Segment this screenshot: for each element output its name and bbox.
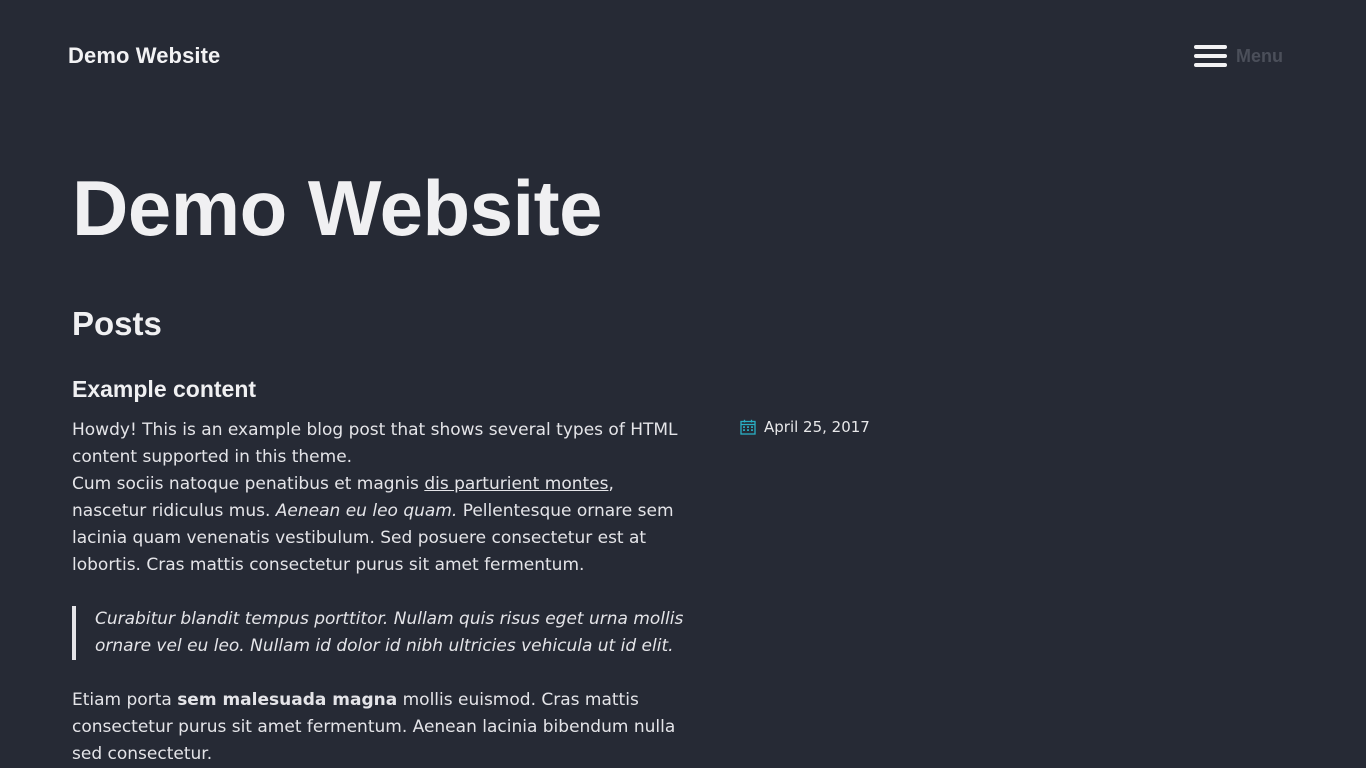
- post-paragraph-2: Etiam porta sem malesuada magna mollis e…: [72, 687, 684, 768]
- menu-label: Menu: [1236, 45, 1283, 66]
- post-text: Etiam porta: [72, 690, 178, 710]
- post-paragraph-1: Howdy! This is an example blog post that…: [72, 417, 684, 579]
- post-italic-text: Aenean eu leo quam.: [275, 501, 458, 521]
- post-intro-text: Howdy! This is an example blog post that…: [72, 420, 678, 467]
- calendar-icon: [740, 419, 756, 435]
- page-title: Demo Website: [72, 164, 603, 252]
- post-excerpt: Howdy! This is an example blog post that…: [72, 417, 684, 768]
- post-bold-text: sem malesuada magna: [177, 690, 398, 710]
- post-blockquote: Curabitur blandit tempus porttitor. Null…: [72, 606, 684, 660]
- post-title[interactable]: Example content: [72, 374, 256, 404]
- section-title-posts: Posts: [72, 305, 162, 342]
- site-brand-link[interactable]: Demo Website: [68, 43, 220, 69]
- hamburger-icon: [1194, 44, 1227, 68]
- site-header: Demo Website Menu: [0, 0, 1366, 110]
- menu-button[interactable]: Menu: [1194, 42, 1283, 70]
- post-text: Cum sociis natoque penatibus et magnis: [72, 474, 425, 494]
- post-inline-link[interactable]: dis parturient montes: [424, 474, 608, 494]
- post-date-label: April 25, 2017: [764, 418, 870, 436]
- post-date: April 25, 2017: [740, 418, 870, 436]
